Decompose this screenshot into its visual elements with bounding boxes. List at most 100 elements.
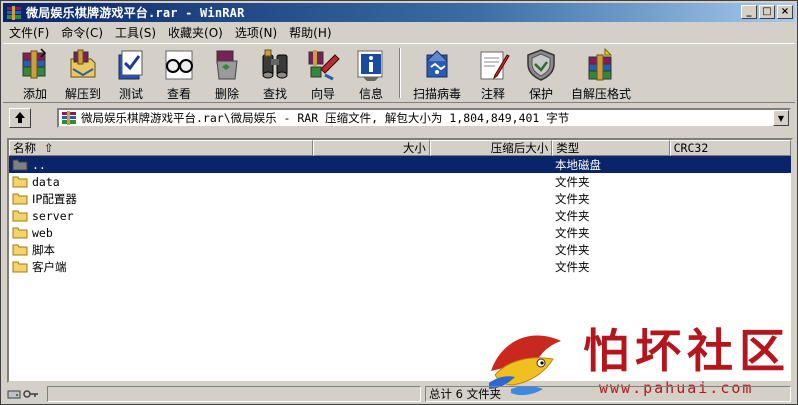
add-archive-icon [22, 48, 47, 79]
toolbar-separator [399, 48, 401, 98]
sfx-icon [588, 47, 613, 81]
folder-icon [12, 244, 28, 256]
delete-icon [216, 50, 238, 80]
wizard-label: 向导 [310, 87, 335, 101]
find-icon [262, 49, 288, 79]
protect-label: 保护 [528, 87, 553, 101]
info-label: 信息 [358, 87, 383, 101]
column-type[interactable]: 类型 [552, 140, 670, 156]
comment-icon [480, 51, 510, 80]
window-controls: _ □ × [741, 5, 793, 19]
menu-file[interactable]: 文件(F) [3, 24, 55, 41]
file-type: 文件夹 [555, 259, 590, 274]
file-name: web [32, 225, 53, 240]
file-rows: .. 本地磁盘 data 文件夹 IP配置器 文件夹 server 文件夹 we… [9, 156, 791, 275]
status-total: 总计 6 文件夹 [425, 386, 791, 402]
virus-scan-button[interactable]: 扫描病毒 [405, 44, 469, 102]
add-button[interactable]: 添加 [11, 44, 59, 102]
find-button[interactable]: 查找 [251, 44, 299, 102]
file-row[interactable]: 客户端 文件夹 [9, 258, 791, 275]
column-name-label: 名称 [13, 141, 36, 155]
column-size[interactable]: 大小 [313, 140, 430, 156]
status-icons [7, 387, 41, 401]
file-name: 客户端 [32, 259, 67, 274]
file-row[interactable]: 脚本 文件夹 [9, 241, 791, 258]
sfx-label: 自解压格式 [570, 87, 631, 101]
view-button[interactable]: 查看 [155, 44, 203, 102]
virus-scan-icon [426, 50, 448, 78]
file-row[interactable]: web 文件夹 [9, 224, 791, 241]
menu-tools[interactable]: 工具(S) [109, 24, 162, 41]
comment-label: 注释 [480, 87, 505, 101]
extract-to-label: 解压到 [64, 87, 101, 101]
minimize-button[interactable]: _ [741, 5, 757, 19]
menu-favorites[interactable]: 收藏夹(O) [162, 24, 229, 41]
winrar-app-icon [7, 5, 21, 20]
status-bar: 总计 6 文件夹 [3, 385, 795, 403]
close-icon: × [780, 6, 790, 17]
watermark-brand: 怕坏社区 [583, 324, 791, 378]
winrar-window: 微局娱乐棋牌游戏平台.rar - WinRAR _ □ × 文件(F) 命令(C… [0, 0, 798, 405]
key-icon[interactable] [23, 388, 39, 400]
drive-icon[interactable] [7, 388, 21, 400]
file-type: 文件夹 [555, 174, 590, 189]
wizard-icon [308, 50, 340, 81]
protect-icon [527, 49, 555, 81]
file-type: 文件夹 [555, 225, 590, 240]
column-name[interactable]: 名称 ⇧ [9, 140, 314, 156]
menu-commands[interactable]: 命令(C) [55, 24, 109, 41]
file-name: .. [32, 157, 46, 172]
file-row-parent[interactable]: .. 本地磁盘 [9, 156, 791, 173]
file-name: IP配置器 [32, 191, 77, 206]
virus-scan-label: 扫描病毒 [412, 87, 461, 101]
minimize-icon: _ [746, 6, 752, 17]
address-bar: 微局娱乐棋牌游戏平台.rar\微局娱乐 - RAR 压缩文件, 解包大小为 1,… [3, 105, 795, 131]
menu-help[interactable]: 帮助(H) [283, 24, 337, 41]
comment-button[interactable]: 注释 [469, 44, 517, 102]
maximize-button[interactable]: □ [759, 5, 775, 19]
up-arrow-icon [15, 112, 25, 123]
rar-archive-icon [62, 111, 76, 125]
file-row[interactable]: IP配置器 文件夹 [9, 190, 791, 207]
sfx-button[interactable]: 自解压格式 [565, 44, 637, 102]
file-name: server [32, 208, 74, 223]
folder-up-icon [12, 159, 28, 171]
file-row[interactable]: data 文件夹 [9, 173, 791, 190]
delete-label: 删除 [214, 87, 239, 101]
extract-to-button[interactable]: 解压到 [59, 44, 107, 102]
wizard-button[interactable]: 向导 [299, 44, 347, 102]
file-row[interactable]: server 文件夹 [9, 207, 791, 224]
test-button[interactable]: 测试 [107, 44, 155, 102]
file-type: 本地磁盘 [555, 157, 601, 172]
chevron-down-icon: ▼ [777, 113, 785, 123]
test-icon [118, 50, 143, 80]
title-bar[interactable]: 微局娱乐棋牌游戏平台.rar - WinRAR _ □ × [3, 3, 795, 22]
toolbar: 添加 解压到 测试 查看 删除 查找 向导 信息 扫描病毒 注释 保护 自解压格… [3, 43, 795, 103]
find-label: 查找 [262, 87, 287, 101]
file-name: data [32, 174, 60, 189]
extract-to-icon [70, 49, 96, 78]
folder-icon [12, 176, 28, 188]
window-title: 微局娱乐棋牌游戏平台.rar - WinRAR [26, 6, 245, 20]
column-crc[interactable]: CRC32 [669, 140, 791, 156]
menu-options[interactable]: 选项(N) [229, 24, 283, 41]
address-field[interactable]: 微局娱乐棋牌游戏平台.rar\微局娱乐 - RAR 压缩文件, 解包大小为 1,… [57, 108, 791, 128]
folder-icon [12, 227, 28, 239]
info-icon [357, 50, 383, 81]
file-name: 脚本 [32, 242, 55, 257]
column-packed[interactable]: 压缩后大小 [429, 140, 553, 156]
info-button[interactable]: 信息 [347, 44, 395, 102]
test-label: 测试 [118, 87, 143, 101]
close-button[interactable]: × [777, 5, 793, 19]
file-type: 文件夹 [555, 242, 590, 257]
delete-button[interactable]: 删除 [203, 44, 251, 102]
menu-bar: 文件(F) 命令(C) 工具(S) 收藏夹(O) 选项(N) 帮助(H) [3, 23, 338, 41]
folder-icon [12, 261, 28, 273]
up-folder-button[interactable] [9, 108, 31, 128]
column-header: 名称 ⇧ 大小 压缩后大小 类型 CRC32 [9, 140, 791, 156]
protect-button[interactable]: 保护 [517, 44, 565, 102]
address-dropdown-button[interactable]: ▼ [773, 110, 789, 126]
status-selection [47, 386, 421, 402]
sort-up-icon: ⇧ [44, 141, 54, 155]
file-type: 文件夹 [555, 208, 590, 223]
